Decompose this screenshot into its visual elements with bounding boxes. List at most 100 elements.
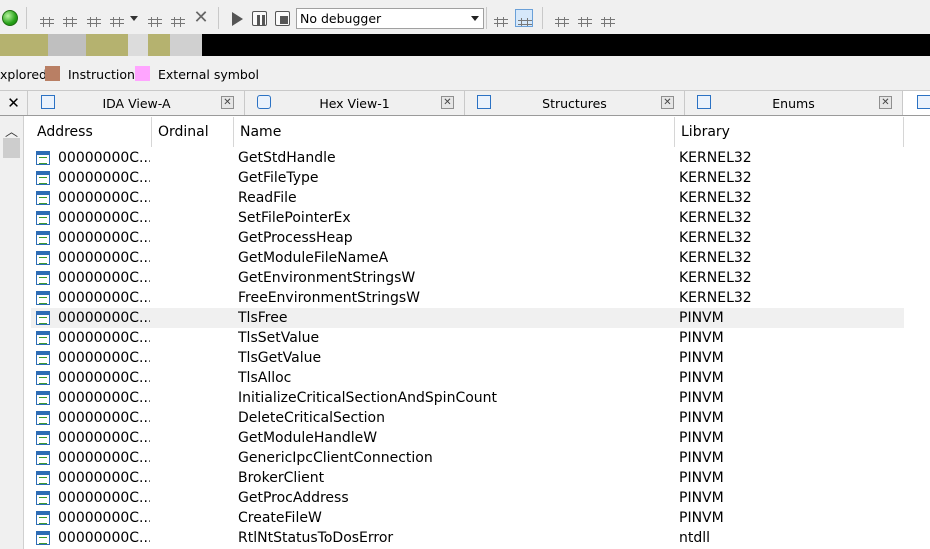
cell-library: KERNEL32	[679, 230, 752, 246]
tab-close-icon[interactable]: ✕	[441, 96, 454, 109]
cell-ordinal	[158, 148, 234, 168]
data-segment-icon[interactable]	[61, 9, 79, 27]
table-row[interactable]: 00000000C... GetProcessHeap KERNEL32	[31, 228, 904, 248]
table-row[interactable]: 00000000C... TlsSetValue PINVM	[31, 328, 904, 348]
table-row[interactable]: 00000000C... FreeEnvironmentStringsW KERNE…	[31, 288, 904, 308]
cell-name: GenericIpcClientConnection	[238, 450, 433, 466]
cell-name: GetModuleHandleW	[238, 430, 378, 446]
code-segment-icon[interactable]	[38, 9, 56, 27]
tab-enums[interactable]: Enums ✕	[685, 91, 903, 115]
add-watch-icon[interactable]	[576, 9, 594, 27]
table-row[interactable]: 00000000C... GetModuleFileNameA KERNEL32	[31, 248, 904, 268]
import-entry-icon	[36, 271, 50, 285]
import-entry-icon	[36, 371, 50, 385]
cell-library: KERNEL32	[679, 170, 752, 186]
breakpoints-icon[interactable]	[553, 9, 571, 27]
pause-icon[interactable]	[252, 11, 267, 26]
table-row[interactable]: 00000000C... ReadFile KERNEL32	[31, 188, 904, 208]
table-row[interactable]: 00000000C... GetFileType KERNEL32	[31, 168, 904, 188]
debugger-select[interactable]: No debugger	[296, 8, 484, 29]
import-entry-icon	[36, 171, 50, 185]
table-row[interactable]: 00000000C... GetStdHandle KERNEL32	[31, 148, 904, 168]
cell-library: KERNEL32	[679, 250, 752, 266]
table-row[interactable]: 00000000C... SetFilePointerEx KERNEL32	[31, 208, 904, 228]
cursor-tools-icon[interactable]	[108, 9, 126, 27]
import-entry-icon	[36, 231, 50, 245]
tab-close-icon[interactable]: ✕	[221, 96, 234, 109]
column-header-name[interactable]: Name	[234, 117, 675, 147]
play-icon[interactable]	[232, 12, 243, 26]
close-icon[interactable]: ✕	[0, 91, 28, 115]
tab-label: Enums	[772, 96, 815, 111]
toolbar-separator	[542, 7, 543, 29]
table-row[interactable]: 00000000C... RtlNtStatusToDosError ntdll	[31, 528, 904, 548]
cell-address: 00000000C...	[58, 490, 150, 506]
tab-label: IDA View-A	[102, 96, 171, 111]
import-entry-icon	[36, 211, 50, 225]
cell-name: GetFileType	[238, 170, 319, 186]
import-entry-icon	[36, 451, 50, 465]
table-row[interactable]: 00000000C... TlsFree PINVM	[31, 308, 904, 328]
cell-library: KERNEL32	[679, 150, 752, 166]
table-row[interactable]: 00000000C... CreateFileW PINVM	[31, 508, 904, 528]
cell-library: PINVM	[679, 430, 724, 446]
import-entry-icon	[36, 191, 50, 205]
tab-structures[interactable]: Structures ✕	[465, 91, 685, 115]
cell-ordinal	[158, 408, 234, 428]
navband-segment	[148, 34, 170, 56]
run-to-cursor-icon[interactable]	[515, 9, 533, 27]
legend-swatch-instruction	[45, 66, 60, 81]
cell-name: GetProcessHeap	[238, 230, 353, 246]
import-entry-icon	[36, 411, 50, 425]
table-row[interactable]: 00000000C... TlsGetValue PINVM	[31, 348, 904, 368]
cell-library: PINVM	[679, 370, 724, 386]
table-row[interactable]: 00000000C... InitializeCriticalSectionAnd…	[31, 388, 904, 408]
close-x-icon[interactable]: ✕	[192, 9, 210, 27]
cell-library: KERNEL32	[679, 270, 752, 286]
main-toolbar: ✕ No debugger	[0, 0, 930, 35]
table-row[interactable]: 00000000C... GetModuleHandleW PINVM	[31, 428, 904, 448]
stop-icon[interactable]	[275, 11, 290, 26]
scrollbar-thumb[interactable]	[3, 138, 20, 158]
cell-ordinal	[158, 288, 234, 308]
dropdown-arrow-icon[interactable]	[130, 16, 138, 21]
column-header-ordinal[interactable]: Ordinal	[152, 117, 234, 147]
tab-bar: ✕ IDA View-A ✕ Hex View-1 ✕ Structures ✕…	[0, 90, 930, 116]
import-entry-icon	[36, 151, 50, 165]
table-row[interactable]: 00000000C... GenericIpcClientConnection PI…	[31, 448, 904, 468]
toolbar-separator	[486, 7, 487, 29]
create-structure-icon[interactable]	[85, 9, 103, 27]
navigation-band[interactable]	[0, 34, 930, 56]
imports-table: Address Ordinal Name Library 00000000C..…	[31, 117, 930, 549]
cell-address: 00000000C...	[58, 370, 150, 386]
cell-address: 00000000C...	[58, 470, 150, 486]
cell-address: 00000000C...	[58, 270, 150, 286]
run-status-icon[interactable]	[2, 10, 18, 26]
delete-watch-icon[interactable]	[599, 9, 617, 27]
cell-address: 00000000C...	[58, 150, 150, 166]
tab-imports[interactable]	[903, 91, 930, 115]
edit-function-icon[interactable]	[169, 9, 187, 27]
table-row[interactable]: 00000000C... TlsAlloc PINVM	[31, 368, 904, 388]
cell-address: 00000000C...	[58, 450, 150, 466]
tab-close-icon[interactable]: ✕	[661, 96, 674, 109]
tab-close-icon[interactable]: ✕	[879, 96, 892, 109]
cell-name: SetFilePointerEx	[238, 210, 351, 226]
patch-icon[interactable]	[146, 9, 164, 27]
table-row[interactable]: 00000000C... GetEnvironmentStringsW KERNEL…	[31, 268, 904, 288]
table-row[interactable]: 00000000C... GetProcAddress PINVM	[31, 488, 904, 508]
import-entry-icon	[36, 331, 50, 345]
table-row[interactable]: 00000000C... BrokerClient PINVM	[31, 468, 904, 488]
column-header-address[interactable]: Address	[31, 117, 152, 147]
tab-ida-view-a[interactable]: IDA View-A ✕	[29, 91, 245, 115]
cell-ordinal	[158, 168, 234, 188]
cell-address: 00000000C...	[58, 510, 150, 526]
attach-process-icon[interactable]	[492, 9, 510, 27]
cell-ordinal	[158, 428, 234, 448]
cell-address: 00000000C...	[58, 250, 150, 266]
tab-hex-view-1[interactable]: Hex View-1 ✕	[245, 91, 465, 115]
table-row[interactable]: 00000000C... DeleteCriticalSection PINVM	[31, 408, 904, 428]
cell-library: ntdll	[679, 530, 711, 546]
vertical-scrollbar[interactable]: ︿	[0, 116, 24, 549]
column-header-library[interactable]: Library	[675, 117, 904, 147]
